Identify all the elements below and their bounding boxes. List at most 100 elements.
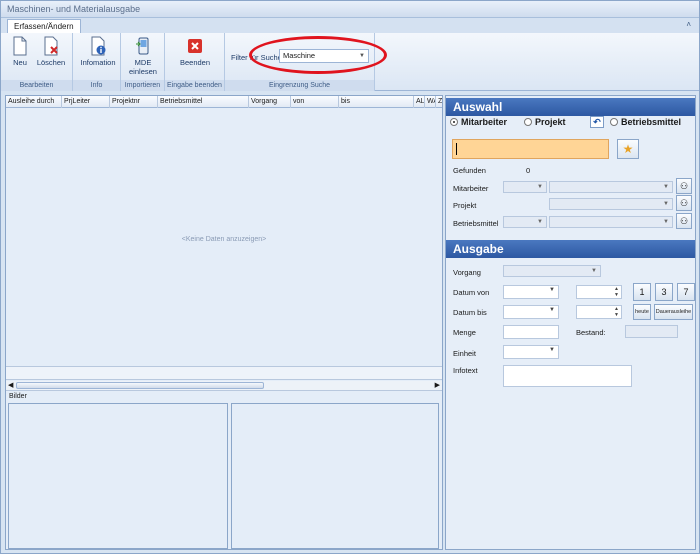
ausgabe-header: Ausgabe	[446, 240, 695, 258]
information-button[interactable]: Infomation	[78, 36, 118, 67]
col-header-betriebsmittel[interactable]: Betriebsmittel	[158, 96, 249, 108]
radio-mitarbeiter[interactable]	[450, 118, 458, 126]
grid-header: Ausleihe durch PrjLeiter Projektnr Betri…	[6, 96, 442, 108]
group-label-info: Info	[73, 80, 120, 91]
chevron-down-icon: ▼	[549, 347, 555, 353]
group-label-bearbeiten: Bearbeiten	[1, 80, 72, 91]
datum-bis-field[interactable]: ▼	[503, 305, 559, 319]
scrollbar-thumb[interactable]	[16, 382, 264, 389]
einheit-label: Einheit	[453, 349, 476, 358]
bestand-label: Bestand:	[576, 328, 606, 337]
gefunden-count: 0	[526, 166, 531, 175]
chevron-down-icon: ▼	[549, 287, 555, 293]
new-button-label: Neu	[13, 58, 27, 67]
radio-projekt-label: Projekt	[535, 117, 566, 127]
grid-body[interactable]: <Keine Daten anzuzeigen>	[6, 108, 442, 360]
radio-projekt[interactable]	[524, 118, 532, 126]
bestand-field	[625, 325, 678, 338]
information-button-label: Infomation	[80, 58, 116, 67]
group-label-eingrenzung-suche: Eingrenzung Suche	[225, 80, 374, 91]
new-button[interactable]: Neu	[3, 36, 37, 67]
mitarbeiter-combo-short[interactable]: ▼	[503, 181, 547, 193]
chevron-down-icon: ▼	[663, 219, 669, 225]
scroll-right-icon[interactable]: ▶	[435, 381, 440, 389]
group-label-eingabe-beenden: Eingabe beenden	[165, 80, 224, 91]
menge-field[interactable]	[503, 325, 559, 339]
datum-von-label: Datum von	[453, 288, 490, 297]
selection-mode-radios: Mitarbeiter Projekt ↶ Betriebsmittel	[450, 116, 695, 130]
text-caret	[456, 143, 457, 155]
window-title: Maschinen- und Materialausgabe	[7, 4, 141, 14]
radio-mitarbeiter-label: Mitarbeiter	[461, 117, 508, 127]
horizontal-scrollbar[interactable]: ◀ ▶	[6, 381, 442, 391]
col-header-projektnr[interactable]: Projektnr	[110, 96, 158, 108]
chevron-down-icon: ▼	[549, 307, 555, 313]
col-header-bis[interactable]: bis	[339, 96, 414, 108]
delete-document-icon	[44, 36, 58, 56]
betriebsmittel-label: Betriebsmittel	[453, 219, 499, 228]
projekt-label: Projekt	[453, 201, 477, 210]
col-header-al[interactable]: AL	[414, 96, 425, 108]
group-label-importieren: Importieren	[121, 80, 164, 91]
image-panel-left[interactable]	[8, 403, 228, 549]
radio-betriebsmittel-label: Betriebsmittel	[621, 117, 682, 127]
menge-label: Menge	[453, 328, 476, 337]
quick-day-7-button[interactable]: 7	[677, 283, 695, 301]
selection-pane: Auswahl Mitarbeiter Projekt ↶ Betriebsmi…	[445, 95, 696, 550]
scroll-left-icon[interactable]: ◀	[8, 381, 13, 389]
vorgang-label: Vorgang	[453, 268, 481, 277]
annotation-highlight-oval	[249, 36, 387, 74]
data-grid-pane: Ausleihe durch PrjLeiter Projektnr Betri…	[5, 95, 443, 550]
delete-button[interactable]: Löschen	[34, 36, 68, 67]
datum-von-field[interactable]: ▼	[503, 285, 559, 299]
zeit-bis-field[interactable]: ▲ ▼	[576, 305, 622, 319]
ribbon-collapse-icon[interactable]: ˄	[686, 20, 691, 29]
chevron-down-icon: ▼	[537, 184, 543, 190]
ribbon-group-importieren: MDE einlesen Importieren	[121, 33, 165, 91]
mitarbeiter-label: Mitarbeiter	[453, 184, 489, 193]
ribbon-group-eingabe-beenden: Beenden Eingabe beenden	[165, 33, 225, 91]
undo-button[interactable]: ↶	[590, 116, 604, 128]
beenden-button[interactable]: Beenden	[178, 36, 212, 67]
col-header-z[interactable]: Z	[436, 96, 442, 108]
col-header-prjleiter[interactable]: PrjLeiter	[62, 96, 110, 108]
col-header-von[interactable]: von	[291, 96, 339, 108]
col-header-ausleihe-durch[interactable]: Ausleihe durch	[6, 96, 62, 108]
mitarbeiter-combo[interactable]: ▼	[549, 181, 673, 193]
spinner-icon[interactable]: ▲ ▼	[614, 306, 619, 318]
grid-empty-message: <Keine Daten anzuzeigen>	[181, 236, 267, 243]
spinner-icon[interactable]: ▲ ▼	[614, 286, 619, 298]
ribbon: Neu Löschen Bearbeiten Infomation Info M…	[1, 33, 699, 91]
radio-betriebsmittel[interactable]	[610, 118, 618, 126]
tab-erfassen-aendern[interactable]: Erfassen/Ändern	[7, 19, 81, 33]
binoculars-search-betriebsmittel-icon[interactable]: ⚇	[676, 213, 692, 229]
quick-day-3-button[interactable]: 3	[655, 283, 673, 301]
projekt-combo[interactable]: ▼	[549, 198, 673, 210]
ribbon-group-eingrenzung-suche: Filter für Suche: Maschine ▼ Eingrenzung…	[225, 33, 387, 91]
chevron-down-icon: ▼	[591, 268, 597, 274]
zeit-von-field[interactable]: ▲ ▼	[576, 285, 622, 299]
binoculars-search-projekt-icon[interactable]: ⚇	[676, 195, 692, 211]
grid-filter-row[interactable]	[6, 366, 442, 380]
betriebsmittel-combo[interactable]: ▼	[549, 216, 673, 228]
quick-day-1-button[interactable]: 1	[633, 283, 651, 301]
infotext-label: Infotext	[453, 366, 478, 375]
search-input[interactable]	[452, 139, 609, 159]
favorite-star-button[interactable]: ★	[617, 139, 639, 159]
dauerausleihe-button[interactable]: Dauerausleihe	[654, 304, 693, 320]
betriebsmittel-combo-short[interactable]: ▼	[503, 216, 547, 228]
star-icon: ★	[622, 142, 634, 156]
mde-import-button[interactable]: MDE einlesen	[126, 36, 160, 76]
mobile-device-icon	[136, 37, 149, 55]
infotext-field[interactable]	[503, 365, 632, 387]
binoculars-search-mitarbeiter-icon[interactable]: ⚇	[676, 178, 692, 194]
image-panel-right[interactable]	[231, 403, 439, 549]
einheit-field[interactable]: ▼	[503, 345, 559, 359]
vorgang-combo[interactable]: ▼	[503, 265, 601, 277]
bilder-label: Bilder	[9, 393, 27, 400]
heute-button[interactable]: heute	[633, 304, 651, 320]
col-header-vorgang[interactable]: Vorgang	[249, 96, 291, 108]
app-window: Maschinen- und Materialausgabe Erfassen/…	[0, 0, 700, 554]
chevron-down-icon: ▼	[663, 184, 669, 190]
col-header-wa[interactable]: WA	[425, 96, 436, 108]
